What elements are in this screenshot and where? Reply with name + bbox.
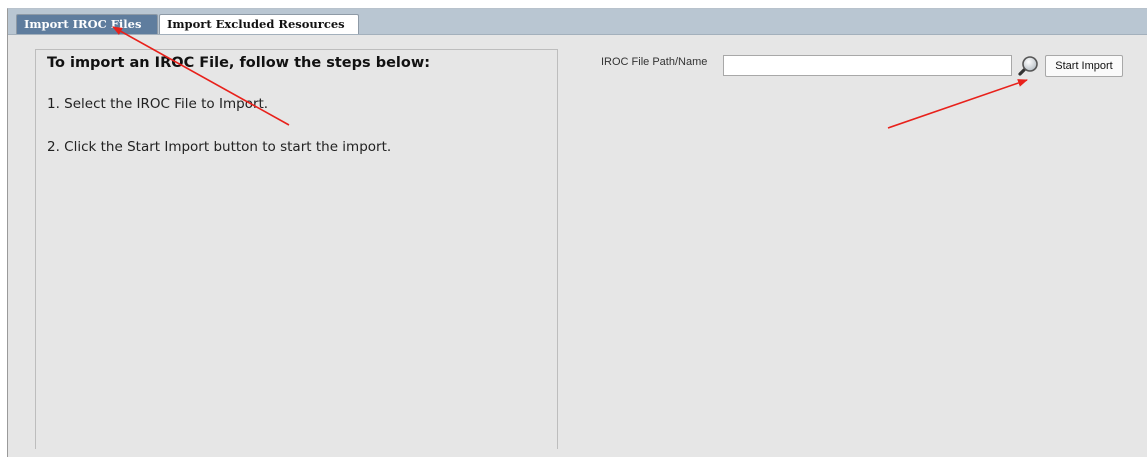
- tab-import-excluded-resources[interactable]: Import Excluded Resources: [159, 14, 359, 34]
- instruction-step-1: 1. Select the IROC File to Import.: [47, 96, 269, 112]
- magnifier-icon[interactable]: [1018, 54, 1040, 76]
- file-path-input[interactable]: [723, 55, 1012, 76]
- start-import-button[interactable]: Start Import: [1045, 55, 1123, 77]
- tab-strip: Import IROC Files Import Excluded Resour…: [8, 9, 1147, 35]
- instructions-panel: To import an IROC File, follow the steps…: [35, 49, 558, 449]
- tab-import-iroc-files[interactable]: Import IROC Files: [16, 14, 158, 34]
- instructions-title: To import an IROC File, follow the steps…: [47, 55, 431, 71]
- file-path-label: IROC File Path/Name: [601, 56, 708, 68]
- instruction-step-2: 2. Click the Start Import button to star…: [47, 139, 392, 155]
